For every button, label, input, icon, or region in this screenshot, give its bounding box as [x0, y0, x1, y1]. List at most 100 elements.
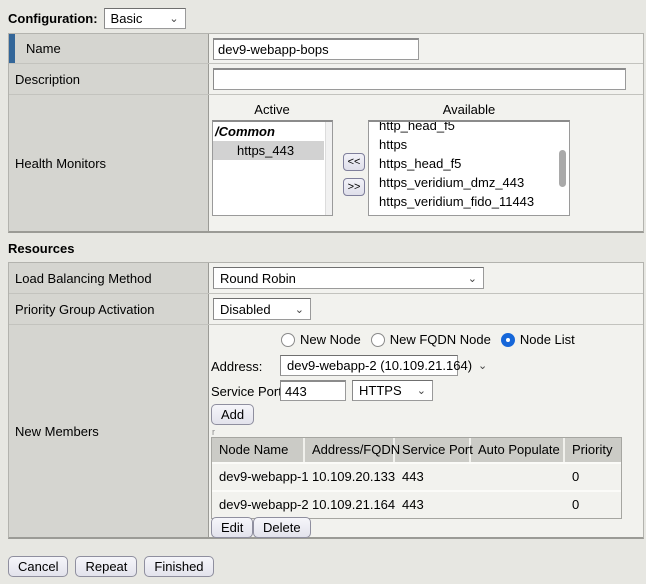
repeat-button[interactable]: Repeat: [75, 556, 137, 577]
new-members-label-cell: New Members: [9, 325, 209, 537]
description-input[interactable]: [213, 68, 626, 90]
available-monitor-item[interactable]: https_head_f5: [369, 154, 569, 173]
chevron-down-icon: ⌄: [478, 359, 487, 372]
edit-member-button[interactable]: Edit: [211, 517, 253, 538]
active-monitor-item[interactable]: https_443: [213, 141, 324, 160]
stray-text: r: [212, 427, 215, 437]
name-label-cell: Name: [9, 34, 209, 63]
description-label-cell: Description: [9, 64, 209, 94]
radio-new-fqdn-node-label: New FQDN Node: [390, 332, 491, 347]
health-monitors-label: Health Monitors: [15, 156, 106, 171]
move-to-available-button[interactable]: >>: [343, 178, 365, 196]
health-monitors-label-cell: Health Monitors: [9, 95, 209, 231]
description-row: Description: [9, 64, 643, 95]
address-label: Address:: [211, 356, 262, 377]
available-listbox-scrollbar[interactable]: [559, 150, 566, 187]
cell-auto-populate: [471, 464, 565, 490]
new-members-label: New Members: [15, 424, 99, 439]
priority-group-select-value: Disabled: [220, 302, 271, 317]
health-monitors-value-cell: Active Available /Common https_443 << >>…: [209, 95, 643, 231]
configuration-label: Configuration:: [8, 11, 98, 26]
col-header-address-fqdn[interactable]: Address/FQDN: [305, 438, 395, 462]
node-type-radio-group: New Node New FQDN Node Node List: [281, 332, 585, 347]
name-row: Name: [9, 34, 643, 64]
load-balancing-select-value: Round Robin: [220, 271, 296, 286]
radio-new-node[interactable]: New Node: [281, 332, 361, 347]
priority-group-row: Priority Group Activation Disabled ⌄: [9, 294, 643, 325]
active-list-label: Active: [212, 102, 332, 117]
configuration-select-value: Basic: [111, 11, 143, 26]
load-balancing-label: Load Balancing Method: [15, 271, 152, 286]
col-header-service-port[interactable]: Service Port: [395, 438, 471, 462]
name-value-cell: [209, 34, 643, 63]
chevron-down-icon: ⌄: [169, 12, 178, 25]
cell-address: 10.109.21.164: [305, 492, 395, 518]
load-balancing-select[interactable]: Round Robin ⌄: [213, 267, 484, 289]
available-monitor-item[interactable]: https: [369, 135, 569, 154]
cell-node-name: dev9-webapp-2: [212, 492, 305, 518]
available-monitor-item[interactable]: https_veridium_fido_11443: [369, 192, 569, 211]
table-row[interactable]: dev9-webapp-2 10.109.21.164 443 0: [212, 490, 621, 518]
finished-button[interactable]: Finished: [144, 556, 213, 577]
cell-port: 443: [395, 464, 471, 490]
cell-node-name: dev9-webapp-1: [212, 464, 305, 490]
active-listbox-scrollbar[interactable]: [325, 122, 332, 215]
configuration-bar: Configuration: Basic ⌄: [8, 8, 186, 29]
load-balancing-row: Load Balancing Method Round Robin ⌄: [9, 263, 643, 294]
description-label: Description: [15, 72, 80, 87]
new-members-row: New Members New Node New FQDN Node Node …: [9, 325, 643, 537]
chevron-down-icon: ⌄: [295, 303, 304, 316]
radio-icon: [371, 333, 385, 347]
col-header-node-name[interactable]: Node Name: [212, 438, 305, 462]
active-partition-label: /Common: [213, 122, 332, 141]
configuration-select[interactable]: Basic ⌄: [104, 8, 186, 29]
move-to-active-button[interactable]: <<: [343, 153, 365, 171]
available-monitors-listbox[interactable]: http_head_f5 https https_head_f5 https_v…: [368, 120, 570, 216]
resources-table: Load Balancing Method Round Robin ⌄ Prio…: [8, 262, 644, 539]
new-members-value-cell: New Node New FQDN Node Node List Address…: [209, 325, 643, 537]
priority-group-select[interactable]: Disabled ⌄: [213, 298, 311, 320]
footer-actions: Cancel Repeat Finished: [8, 556, 214, 577]
table-row[interactable]: dev9-webapp-1 10.109.20.133 443 0: [212, 462, 621, 490]
name-input[interactable]: [213, 38, 419, 60]
cancel-button[interactable]: Cancel: [8, 556, 68, 577]
resources-section-title: Resources: [8, 241, 74, 256]
description-value-cell: [209, 64, 643, 94]
priority-group-label: Priority Group Activation: [15, 302, 154, 317]
cell-auto-populate: [471, 492, 565, 518]
delete-member-button[interactable]: Delete: [253, 517, 311, 538]
priority-group-value-cell: Disabled ⌄: [209, 294, 643, 324]
chevron-down-icon: ⌄: [468, 272, 477, 285]
cell-port: 443: [395, 492, 471, 518]
add-member-button[interactable]: Add: [211, 404, 254, 425]
radio-node-list[interactable]: Node List: [501, 332, 575, 347]
members-table: Node Name Address/FQDN Service Port Auto…: [211, 437, 622, 519]
required-indicator: [9, 34, 15, 63]
active-monitors-listbox[interactable]: /Common https_443: [212, 120, 333, 216]
service-port-protocol-select[interactable]: HTTPS ⌄: [352, 380, 433, 401]
available-list-label: Available: [368, 102, 570, 117]
name-label: Name: [26, 41, 61, 56]
load-balancing-label-cell: Load Balancing Method: [9, 263, 209, 293]
radio-new-fqdn-node[interactable]: New FQDN Node: [371, 332, 491, 347]
general-properties-table: Name Description Health Monitors Active …: [8, 33, 644, 233]
service-port-label: Service Port:: [211, 381, 285, 402]
priority-group-label-cell: Priority Group Activation: [9, 294, 209, 324]
service-port-protocol-value: HTTPS: [359, 383, 402, 398]
health-monitors-row: Health Monitors Active Available /Common…: [9, 95, 643, 231]
available-monitor-item[interactable]: http_head_f5: [369, 120, 569, 135]
cell-priority: 0: [565, 492, 621, 518]
available-monitor-item[interactable]: https_veridium_dmz_443: [369, 173, 569, 192]
available-monitor-item[interactable]: https_veridium_idp_9044: [369, 211, 569, 216]
members-table-header: Node Name Address/FQDN Service Port Auto…: [212, 438, 621, 462]
radio-icon: [281, 333, 295, 347]
radio-selected-icon: [501, 333, 515, 347]
chevron-down-icon: ⌄: [417, 384, 426, 397]
service-port-input[interactable]: [280, 380, 346, 401]
load-balancing-value-cell: Round Robin ⌄: [209, 263, 643, 293]
col-header-auto-populate[interactable]: Auto Populate: [471, 438, 565, 462]
address-select[interactable]: dev9-webapp-2 (10.109.21.164) ⌄: [280, 355, 458, 376]
radio-node-list-label: Node List: [520, 332, 575, 347]
address-select-value: dev9-webapp-2 (10.109.21.164): [287, 358, 472, 373]
col-header-priority[interactable]: Priority: [565, 438, 621, 462]
